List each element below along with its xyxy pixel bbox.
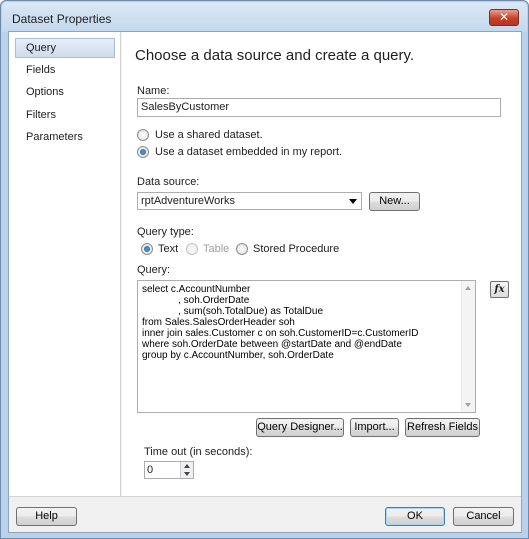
import-button[interactable]: Import... [350, 418, 399, 437]
scroll-up-icon[interactable] [465, 286, 471, 290]
query-label: Query: [137, 264, 171, 276]
query-type-stored-procedure-radio[interactable] [236, 243, 248, 255]
sidebar-item-fields[interactable]: Fields [15, 60, 115, 80]
sidebar-item-query[interactable]: Query [15, 38, 115, 58]
expression-button[interactable]: fx [490, 281, 509, 298]
sidebar-item-parameters[interactable]: Parameters [15, 127, 115, 147]
query-page: Choose a data source and create a query.… [122, 32, 521, 496]
stepper-up-icon[interactable] [184, 464, 190, 468]
window-title: Dataset Properties [12, 12, 112, 26]
sidebar-item-label: Parameters [26, 131, 83, 143]
query-type-text-label[interactable]: Text [158, 243, 178, 255]
query-type-table-label: Table [203, 243, 230, 255]
scroll-down-icon[interactable] [465, 403, 471, 407]
sidebar-item-options[interactable]: Options [15, 82, 115, 102]
query-text: select c.AccountNumber , soh.OrderDate ,… [142, 284, 419, 361]
name-label: Name: [137, 85, 170, 97]
close-button[interactable]: ✕ [489, 9, 519, 26]
sidebar-item-label: Fields [26, 64, 56, 76]
sidebar-item-label: Filters [26, 109, 56, 121]
page-title: Choose a data source and create a query. [135, 47, 415, 64]
query-type-label: Query type: [137, 226, 194, 238]
query-type-text-radio[interactable] [141, 243, 153, 255]
dataset-properties-dialog: Dataset Properties ✕ Query Fields Option… [0, 0, 529, 539]
sidebar-item-label: Query [26, 42, 56, 54]
query-type-table-radio [186, 243, 198, 255]
embedded-dataset-radio[interactable] [137, 146, 149, 158]
new-data-source-button[interactable]: New... [369, 192, 420, 211]
shared-dataset-radio[interactable] [137, 129, 149, 141]
timeout-stepper[interactable]: 0 [144, 461, 194, 479]
function-icon: fx [494, 284, 505, 295]
cancel-button[interactable]: Cancel [453, 507, 514, 526]
query-designer-button[interactable]: Query Designer... [256, 418, 344, 437]
sidebar-item-label: Options [26, 86, 64, 98]
query-type-stored-procedure-label[interactable]: Stored Procedure [253, 243, 339, 255]
query-text-area[interactable]: select c.AccountNumber , soh.OrderDate ,… [137, 280, 476, 413]
sidebar-item-filters[interactable]: Filters [15, 105, 115, 125]
shared-dataset-label[interactable]: Use a shared dataset. [155, 129, 263, 141]
refresh-fields-button[interactable]: Refresh Fields [405, 418, 480, 437]
embedded-dataset-label[interactable]: Use a dataset embedded in my report. [155, 146, 342, 158]
stepper-buttons[interactable] [180, 462, 193, 478]
sidebar-nav: Query Fields Options Filters Parameters [9, 32, 121, 496]
chevron-down-icon [349, 199, 357, 204]
data-source-value: rptAdventureWorks [141, 195, 235, 207]
title-bar: Dataset Properties ✕ [2, 2, 527, 32]
timeout-value: 0 [147, 464, 154, 476]
ok-button[interactable]: OK [385, 507, 445, 526]
dialog-body: Query Fields Options Filters Parameters … [8, 31, 522, 533]
data-source-select[interactable]: rptAdventureWorks [137, 192, 362, 210]
name-input[interactable]: SalesByCustomer [137, 98, 501, 117]
stepper-down-icon[interactable] [184, 472, 190, 476]
query-scrollbar[interactable] [461, 281, 475, 412]
dialog-footer: Help OK Cancel [9, 496, 521, 532]
data-source-label: Data source: [137, 176, 200, 188]
timeout-label: Time out (in seconds): [144, 446, 253, 458]
help-button[interactable]: Help [16, 507, 77, 526]
close-icon: ✕ [498, 10, 510, 24]
